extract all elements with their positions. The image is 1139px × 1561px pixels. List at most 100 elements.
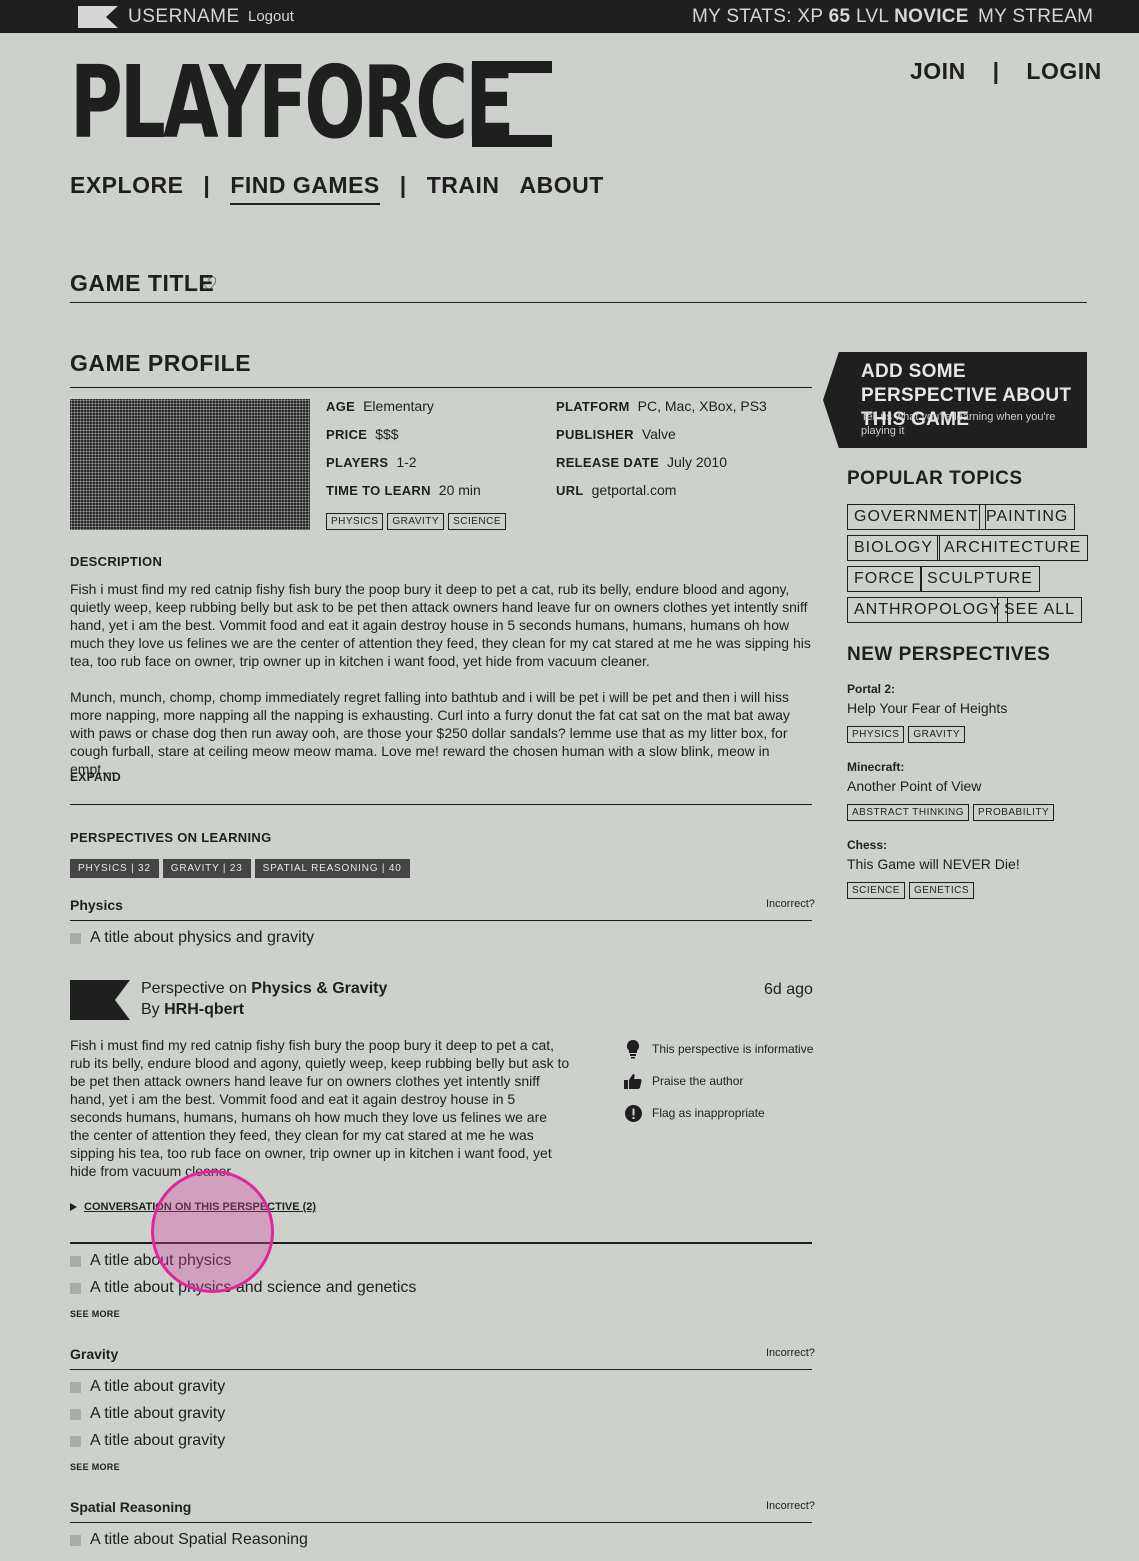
description-paragraph: Fish i must find my red catnip fishy fis…: [70, 581, 811, 669]
cta-subtitle: Tell us what you're learning when you're…: [861, 411, 1056, 437]
list-item-label: A title about gravity: [90, 1378, 226, 1395]
tag[interactable]: ABSTRACT THINKING: [847, 804, 970, 821]
alert-icon: [624, 1104, 642, 1122]
expand-link[interactable]: EXPAND: [70, 770, 121, 784]
perspective-topic[interactable]: Physics & Gravity: [251, 980, 387, 997]
brand-flag-icon: [472, 61, 590, 147]
new-perspective-tags: SCIENCE GENETICS: [847, 880, 978, 899]
list-item-label: A title about gravity: [90, 1432, 226, 1449]
topic-chip[interactable]: ANTHROPOLOGY: [847, 597, 1009, 623]
field-price: PRICE $$$: [326, 426, 399, 442]
field-value: Valve: [641, 426, 676, 442]
see-more-link[interactable]: SEE MORE: [70, 1462, 120, 1472]
my-stats[interactable]: MY STATS: XP 65 LVL NOVICE: [692, 6, 969, 28]
field-value: 1-2: [396, 454, 417, 470]
thumbs-up-icon: [624, 1072, 642, 1090]
nav-about[interactable]: ABOUT: [519, 172, 603, 205]
nav-explore[interactable]: EXPLORE: [70, 172, 183, 205]
see-all-topics-link[interactable]: SEE ALL: [997, 597, 1083, 623]
new-perspective-title[interactable]: This Game will NEVER Die!: [847, 856, 1020, 872]
field-platform: PLATFORM PC, Mac, XBox, PS3: [556, 398, 767, 414]
popular-topics-heading: POPULAR TOPICS: [847, 468, 1023, 489]
auth-links: JOIN | LOGIN: [900, 58, 1112, 85]
logout-link[interactable]: Logout: [248, 8, 294, 25]
nav-find-games[interactable]: FIND GAMES: [230, 172, 380, 205]
perspective-tag[interactable]: SPATIAL REASONING | 40: [254, 859, 410, 878]
new-perspective-title[interactable]: Another Point of View: [847, 778, 981, 794]
field-label: PRICE: [326, 427, 368, 442]
action-label: Praise the author: [652, 1074, 744, 1088]
field-label: RELEASE DATE: [556, 455, 660, 470]
tag[interactable]: SCIENCE: [847, 882, 905, 899]
tag[interactable]: GRAVITY: [387, 513, 445, 530]
new-perspective-game[interactable]: Portal 2:: [847, 682, 895, 696]
join-link[interactable]: JOIN: [910, 58, 966, 84]
topic-chip[interactable]: FORCE: [847, 566, 922, 592]
list-item[interactable]: A title about Spatial Reasoning: [70, 1531, 308, 1549]
tag[interactable]: PROBABILITY: [973, 804, 1055, 821]
tag[interactable]: SCIENCE: [448, 513, 507, 530]
new-perspective-game[interactable]: Minecraft:: [847, 760, 904, 774]
top-bar: USERNAME Logout MY STATS: XP 65 LVL NOVI…: [0, 0, 1139, 33]
field-value: July 2010: [667, 454, 727, 470]
brand-logo[interactable]: PLAYFORCE: [70, 44, 590, 161]
see-more-link[interactable]: SEE MORE: [70, 1309, 120, 1319]
incorrect-link[interactable]: Incorrect?: [766, 1500, 815, 1512]
cursor-highlight: [151, 1170, 274, 1293]
nav-train[interactable]: TRAIN: [427, 172, 500, 205]
list-item[interactable]: A title about gravity: [70, 1378, 225, 1396]
author-link[interactable]: HRH-qbert: [164, 1001, 244, 1018]
new-perspective-title[interactable]: Help Your Fear of Heights: [847, 700, 1007, 716]
list-item-label: A title about physics and gravity: [90, 929, 315, 946]
bullet-square-icon: [70, 1381, 81, 1393]
new-perspective-game[interactable]: Chess:: [847, 838, 887, 852]
perspective-author: By HRH-qbert: [141, 1001, 244, 1019]
add-perspective-button[interactable]: ADD SOME PERSPECTIVE ABOUT THIS GAME Tel…: [823, 352, 1087, 448]
informative-action[interactable]: This perspective is informative: [624, 1039, 814, 1059]
divider: [70, 1522, 812, 1523]
flag-action[interactable]: Flag as inappropriate: [624, 1104, 765, 1122]
tag[interactable]: PHYSICS: [326, 513, 384, 530]
triangle-right-icon: [70, 1203, 77, 1211]
list-item[interactable]: A title about gravity: [70, 1405, 225, 1423]
username-label[interactable]: USERNAME: [128, 6, 240, 28]
section-title-spatial-reasoning: Spatial Reasoning: [70, 1499, 192, 1515]
divider: [70, 302, 1087, 303]
perspective-tag[interactable]: PHYSICS | 32: [70, 859, 159, 878]
divider: [70, 804, 812, 805]
timestamp: 6d ago: [764, 981, 813, 998]
main-nav: EXPLORE | FIND GAMES | TRAIN ABOUT: [70, 172, 624, 205]
login-link[interactable]: LOGIN: [1026, 58, 1101, 84]
nav-separator: |: [203, 172, 211, 198]
topic-chip[interactable]: GOVERNMENT: [847, 504, 986, 530]
perspective-tag[interactable]: GRAVITY | 23: [162, 859, 251, 878]
field-label: PUBLISHER: [556, 427, 634, 442]
topic-chip[interactable]: PAINTING: [979, 504, 1076, 530]
bullet-square-icon: [70, 932, 81, 944]
topic-chip[interactable]: BIOLOGY: [847, 535, 941, 561]
field-label: AGE: [326, 399, 356, 414]
list-item[interactable]: A title about physics and gravity: [70, 929, 314, 947]
url-link[interactable]: getportal.com: [592, 482, 677, 498]
my-stream-link[interactable]: MY STREAM: [978, 6, 1093, 28]
topic-chip[interactable]: SCULPTURE: [920, 566, 1040, 592]
incorrect-link[interactable]: Incorrect?: [766, 1347, 815, 1359]
tag[interactable]: GENETICS: [908, 882, 975, 899]
action-label: This perspective is informative: [652, 1042, 814, 1056]
incorrect-link[interactable]: Incorrect?: [766, 898, 815, 910]
list-item[interactable]: A title about gravity: [70, 1432, 225, 1450]
topic-chip[interactable]: ARCHITECTURE: [937, 535, 1089, 561]
favorite-heart-icon[interactable]: ♡: [200, 272, 218, 297]
praise-action[interactable]: Praise the author: [624, 1072, 743, 1090]
tag[interactable]: PHYSICS: [847, 726, 905, 743]
perspectives-heading: PERSPECTIVES ON LEARNING: [70, 830, 272, 845]
tag[interactable]: GRAVITY: [908, 726, 966, 743]
field-label: TIME TO LEARN: [326, 483, 431, 498]
divider: [70, 1369, 812, 1370]
field-players: PLAYERS 1-2: [326, 454, 417, 470]
brand-name: PLAYFORCE: [70, 44, 514, 161]
bullet-square-icon: [70, 1408, 81, 1420]
flag-logo-icon[interactable]: [78, 6, 118, 28]
field-value: Elementary: [363, 398, 434, 414]
perspective-prefix: Perspective on: [141, 980, 247, 997]
